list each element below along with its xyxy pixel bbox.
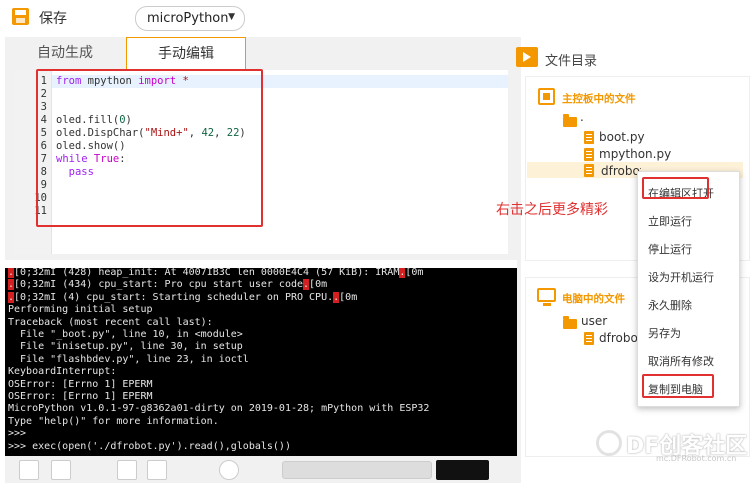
terminal-text: [0m — [339, 291, 358, 303]
terminal-line: Type "help()" for more information. — [8, 415, 219, 427]
file-icon — [584, 332, 594, 345]
file-panel-title: 文件目录 — [545, 54, 598, 69]
terminal-line: MicroPython v1.0.1-97-g8362a01-dirty on … — [8, 403, 430, 415]
serial-terminal[interactable]: .[0;32mI (428) heap_init: At 4007IB3C le… — [5, 268, 517, 456]
menu-item-run-now[interactable]: 立即运行 — [648, 213, 692, 229]
panel-divider[interactable] — [517, 37, 521, 483]
menu-highlight-box — [642, 177, 709, 199]
top-toolbar: 保存 microPython ▼ — [0, 0, 750, 36]
context-menu: 在编辑区打开 立即运行 停止运行 设为开机运行 永久删除 另存为 取消所有修改 … — [637, 171, 740, 407]
terminal-text: [0;32mI (4) cpu_start: Starting schedule… — [14, 291, 334, 303]
terminal-input[interactable] — [282, 461, 432, 479]
terminal-line: File "flashbdev.py", line 23, in ioctl — [8, 353, 249, 365]
tab-auto-generate[interactable]: 自动生成 — [5, 37, 125, 70]
terminal-text: [0;32mI (434) cpu_start: Pro cpu start u… — [14, 279, 304, 291]
file-icon — [584, 131, 594, 144]
tree-file-boot[interactable]: boot.py — [599, 130, 645, 144]
terminal-tool-button[interactable] — [19, 460, 39, 480]
tree-file-mpython[interactable]: mpython.py — [599, 147, 671, 161]
terminal-line: .[0;32mI (434) cpu_start: Pro cpu start … — [8, 279, 327, 291]
terminal-line: .[0;32mI (428) heap_init: At 4007IB3C le… — [8, 268, 423, 279]
terminal-line: .[0;32mI (4) cpu_start: Starting schedul… — [8, 291, 358, 304]
save-icon[interactable] — [12, 8, 29, 25]
code-highlight-box — [36, 69, 263, 227]
terminal-line: File "_boot.py", line 10, in <module> — [8, 329, 243, 340]
terminal-tool-button[interactable] — [51, 460, 71, 480]
board-files-title: 主控板中的文件 — [562, 93, 636, 105]
menu-item-delete[interactable]: 永久删除 — [648, 297, 692, 313]
menu-item-save-as[interactable]: 另存为 — [648, 325, 681, 341]
terminal-tool-button[interactable] — [219, 460, 239, 480]
menu-highlight-box — [642, 374, 714, 398]
tree-file-pc-dfrobot[interactable]: dfrobot.py — [599, 331, 637, 345]
terminal-tool-button[interactable] — [117, 460, 137, 480]
tree-folder-root[interactable]: . — [580, 110, 584, 124]
terminal-text: [0m — [309, 279, 328, 291]
file-icon — [584, 148, 594, 161]
folder-icon — [563, 316, 577, 329]
terminal-line: File "inisetup.py", line 30, in setup — [8, 341, 243, 353]
watermark-url: mc.DFRobot.com.cn — [656, 454, 737, 463]
pc-files-title: 电脑中的文件 — [562, 293, 625, 305]
editor-panel: 自动生成 手动编辑 1 2 3 4 5 6 7 8 9 10 11 from m… — [5, 37, 517, 260]
terminal-line: Performing initial setup — [8, 304, 153, 316]
terminal-text: [0m — [405, 268, 424, 278]
chevron-down-icon: ▼ — [228, 12, 235, 22]
tree-folder-user[interactable]: user — [581, 314, 607, 328]
menu-item-revert[interactable]: 取消所有修改 — [648, 353, 714, 369]
annotation-text: 右击之后更多精彩 — [496, 202, 608, 218]
firmware-select[interactable]: microPython ▼ — [135, 6, 245, 31]
firmware-select-value: microPython — [147, 11, 229, 26]
terminal-line: KeyboardInterrupt: — [8, 366, 117, 378]
menu-item-set-boot[interactable]: 设为开机运行 — [648, 269, 714, 285]
file-directory-icon — [516, 47, 538, 67]
file-icon — [584, 164, 594, 177]
terminal-toolbar — [5, 456, 517, 483]
terminal-line: OSError: [Errno 1] EPERM — [8, 378, 153, 390]
computer-icon — [537, 288, 556, 306]
tree-file-dfrobot[interactable]: dfrobot.py — [601, 164, 641, 178]
menu-item-stop[interactable]: 停止运行 — [648, 241, 692, 257]
send-button[interactable] — [436, 460, 489, 480]
save-button[interactable]: 保存 — [39, 8, 67, 28]
terminal-tool-button[interactable] — [147, 460, 167, 480]
terminal-text: [0;32mI (428) heap_init: At 4007IB3C len… — [14, 268, 400, 278]
terminal-line: >>> exec(open('./dfrobot.py').read(),glo… — [8, 440, 291, 452]
terminal-line: >>> — [8, 428, 27, 440]
terminal-line: Traceback (most recent call last): — [8, 316, 213, 328]
chip-icon — [538, 88, 555, 105]
folder-icon — [563, 114, 577, 127]
tab-manual-edit[interactable]: 手动编辑 — [126, 37, 246, 70]
watermark-logo-icon — [596, 430, 622, 456]
watermark: DF创客社区 mc.DFRobot.com.cn — [596, 428, 747, 463]
terminal-line: OSError: [Errno 1] EPERM — [8, 391, 153, 402]
